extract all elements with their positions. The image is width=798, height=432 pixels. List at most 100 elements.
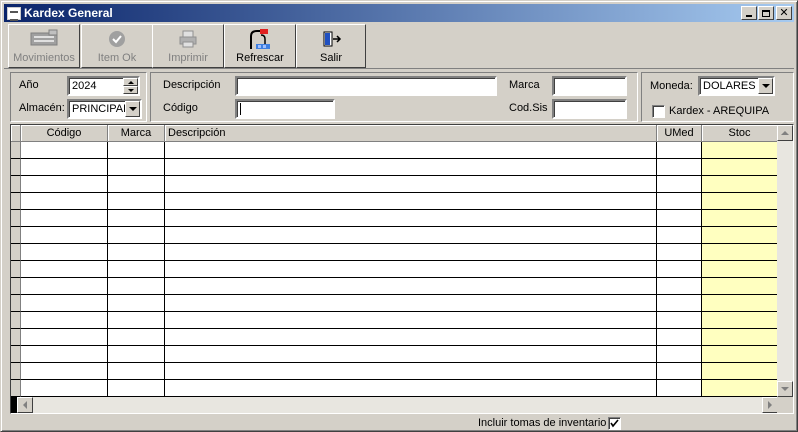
table-row[interactable] [11, 380, 778, 397]
table-row[interactable] [11, 159, 778, 176]
col-header-descripcion[interactable]: Descripción [165, 125, 657, 142]
table-row[interactable] [11, 295, 778, 312]
cell-descripcion[interactable] [165, 176, 657, 193]
table-row[interactable] [11, 142, 778, 159]
col-header-umed[interactable]: UMed [657, 125, 702, 142]
cell-descripcion[interactable] [165, 244, 657, 261]
cell-stoc[interactable] [702, 261, 778, 278]
cell-descripcion[interactable] [165, 261, 657, 278]
cell-descripcion[interactable] [165, 329, 657, 346]
descripcion-input[interactable] [235, 76, 497, 96]
cell-codigo[interactable] [21, 193, 108, 210]
table-row[interactable] [11, 227, 778, 244]
cell-marca[interactable] [108, 278, 165, 295]
cell-marca[interactable] [108, 210, 165, 227]
cell-descripcion[interactable] [165, 210, 657, 227]
cell-codigo[interactable] [21, 142, 108, 159]
table-row[interactable] [11, 210, 778, 227]
cell-descripcion[interactable] [165, 142, 657, 159]
almacen-select[interactable]: PRINCIPAL [67, 99, 142, 119]
cell-stoc[interactable] [702, 193, 778, 210]
cell-stoc[interactable] [702, 176, 778, 193]
cell-umed[interactable] [657, 176, 702, 193]
moneda-dropdown-button[interactable] [758, 78, 773, 94]
cell-marca[interactable] [108, 193, 165, 210]
cell-umed[interactable] [657, 261, 702, 278]
horizontal-scrollbar[interactable] [11, 397, 778, 413]
cell-stoc[interactable] [702, 380, 778, 397]
cell-marca[interactable] [108, 244, 165, 261]
scroll-up-button[interactable] [777, 125, 793, 141]
cell-descripcion[interactable] [165, 380, 657, 397]
cell-stoc[interactable] [702, 244, 778, 261]
cell-stoc[interactable] [702, 312, 778, 329]
cell-descripcion[interactable] [165, 159, 657, 176]
maximize-button[interactable] [758, 6, 774, 20]
col-header-marca[interactable]: Marca [108, 125, 165, 142]
table-row[interactable] [11, 278, 778, 295]
cell-marca[interactable] [108, 142, 165, 159]
cell-codigo[interactable] [21, 295, 108, 312]
anio-spinner[interactable]: 2024 [67, 76, 140, 96]
cell-umed[interactable] [657, 329, 702, 346]
cell-descripcion[interactable] [165, 346, 657, 363]
table-row[interactable] [11, 312, 778, 329]
cell-codigo[interactable] [21, 380, 108, 397]
title-bar[interactable]: Kardex General ✕ [4, 4, 794, 22]
cell-codigo[interactable] [21, 176, 108, 193]
cell-codigo[interactable] [21, 346, 108, 363]
scroll-down-button[interactable] [777, 381, 793, 397]
spin-up-button[interactable] [123, 78, 138, 86]
table-row[interactable] [11, 176, 778, 193]
cell-marca[interactable] [108, 312, 165, 329]
cell-stoc[interactable] [702, 210, 778, 227]
cell-umed[interactable] [657, 346, 702, 363]
imprimir-button[interactable]: Imprimir [152, 24, 224, 68]
table-row[interactable] [11, 346, 778, 363]
cell-codigo[interactable] [21, 363, 108, 380]
vertical-scrollbar[interactable] [777, 125, 793, 397]
cell-descripcion[interactable] [165, 363, 657, 380]
movimientos-button[interactable]: Movimientos [8, 24, 80, 68]
cell-umed[interactable] [657, 193, 702, 210]
cell-umed[interactable] [657, 159, 702, 176]
refrescar-button[interactable]: Refrescar [224, 24, 296, 68]
cell-stoc[interactable] [702, 142, 778, 159]
cell-marca[interactable] [108, 159, 165, 176]
cell-marca[interactable] [108, 363, 165, 380]
codsis-input[interactable] [552, 99, 627, 119]
table-row[interactable] [11, 193, 778, 210]
marca-input[interactable] [552, 76, 627, 96]
cell-descripcion[interactable] [165, 295, 657, 312]
cell-umed[interactable] [657, 380, 702, 397]
cell-descripcion[interactable] [165, 312, 657, 329]
cell-marca[interactable] [108, 295, 165, 312]
table-row[interactable] [11, 363, 778, 380]
cell-codigo[interactable] [21, 227, 108, 244]
close-button[interactable]: ✕ [776, 6, 792, 20]
cell-umed[interactable] [657, 278, 702, 295]
cell-marca[interactable] [108, 261, 165, 278]
cell-stoc[interactable] [702, 159, 778, 176]
moneda-select[interactable]: DOLARES [698, 76, 775, 96]
cell-descripcion[interactable] [165, 193, 657, 210]
item-ok-button[interactable]: Item Ok [81, 24, 153, 68]
cell-stoc[interactable] [702, 295, 778, 312]
cell-stoc[interactable] [702, 329, 778, 346]
col-header-codigo[interactable]: Código [21, 125, 108, 142]
cell-codigo[interactable] [21, 244, 108, 261]
cell-umed[interactable] [657, 142, 702, 159]
cell-marca[interactable] [108, 329, 165, 346]
spin-down-button[interactable] [123, 86, 138, 94]
scroll-right-button[interactable] [762, 397, 778, 413]
cell-umed[interactable] [657, 295, 702, 312]
incluir-checkbox[interactable] [608, 417, 621, 430]
cell-codigo[interactable] [21, 210, 108, 227]
cell-umed[interactable] [657, 210, 702, 227]
cell-umed[interactable] [657, 227, 702, 244]
minimize-button[interactable] [741, 6, 757, 20]
scroll-left-button[interactable] [17, 397, 33, 413]
codigo-input[interactable] [235, 99, 335, 119]
cell-umed[interactable] [657, 363, 702, 380]
table-row[interactable] [11, 261, 778, 278]
